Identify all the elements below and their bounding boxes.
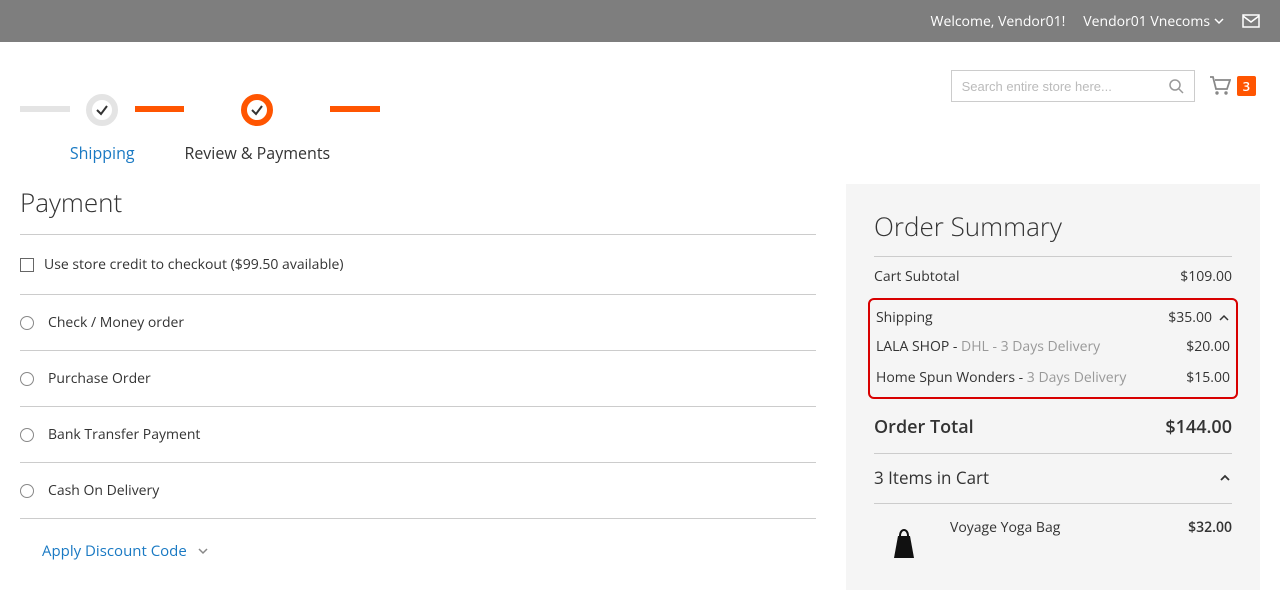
step-shipping[interactable]: Shipping (70, 94, 135, 164)
shipping-method: DHL - 3 Days Delivery (961, 337, 1100, 356)
radio-icon[interactable] (20, 372, 34, 386)
check-icon (250, 103, 264, 117)
subtotal-row: Cart Subtotal $109.00 (874, 257, 1232, 296)
radio-icon[interactable] (20, 428, 34, 442)
page-title: Payment (20, 184, 816, 235)
cart-item-price: $32.00 (1188, 518, 1232, 537)
progress-line-active (330, 106, 380, 112)
shipping-method: 3 Days Delivery (1027, 368, 1127, 387)
store-credit-checkbox[interactable] (20, 258, 34, 272)
option-label: Purchase Order (48, 369, 151, 388)
payment-option-bank-transfer[interactable]: Bank Transfer Payment (20, 407, 816, 463)
shipping-label: Shipping (876, 308, 933, 327)
step-review-payments: Review & Payments (184, 94, 330, 164)
shipping-vendor: Home Spun Wonders - (876, 368, 1027, 387)
cart-item-name: Voyage Yoga Bag (950, 518, 1172, 537)
step-review-circle (241, 94, 273, 126)
cart-item-row: Voyage Yoga Bag $32.00 (874, 504, 1232, 566)
chevron-up-icon[interactable] (1218, 312, 1230, 324)
chevron-down-icon (197, 545, 209, 557)
order-summary-panel: Order Summary Cart Subtotal $109.00 Ship… (846, 184, 1260, 590)
search-icon[interactable] (1168, 78, 1184, 94)
check-icon (95, 103, 109, 117)
items-in-cart-label: 3 Items in Cart (874, 466, 989, 489)
payment-option-check-money[interactable]: Check / Money order (20, 295, 816, 351)
chevron-down-icon (1214, 16, 1224, 26)
store-credit-option[interactable]: Use store credit to checkout ($99.50 ava… (20, 235, 816, 295)
messages-button[interactable] (1242, 14, 1260, 28)
shipping-line-row: LALA SHOP - DHL - 3 Days Delivery $20.00 (876, 331, 1230, 362)
order-summary-title: Order Summary (874, 208, 1232, 257)
order-total-value: $144.00 (1165, 415, 1232, 439)
radio-icon[interactable] (20, 316, 34, 330)
user-menu-dropdown[interactable]: Vendor01 Vnecoms (1083, 12, 1224, 31)
option-label: Bank Transfer Payment (48, 425, 200, 444)
shipping-line-price: $15.00 (1186, 368, 1230, 387)
search-input[interactable] (962, 79, 1168, 94)
search-box[interactable] (951, 70, 1195, 102)
radio-icon[interactable] (20, 484, 34, 498)
subtotal-value: $109.00 (1180, 267, 1232, 286)
welcome-text: Welcome, Vendor01! (931, 12, 1066, 31)
main-container: Payment Use store credit to checkout ($9… (0, 164, 1280, 610)
cart-icon (1209, 76, 1231, 96)
cart-items-toggle[interactable]: 3 Items in Cart (874, 453, 1232, 504)
shipping-breakdown-highlight: Shipping $35.00 LALA SHOP - DHL - 3 Days… (868, 298, 1238, 399)
payment-section: Payment Use store credit to checkout ($9… (20, 184, 816, 590)
option-label: Cash On Delivery (48, 481, 159, 500)
shipping-line-row: Home Spun Wonders - 3 Days Delivery $15.… (876, 362, 1230, 393)
top-bar: Welcome, Vendor01! Vendor01 Vnecoms (0, 0, 1280, 42)
shipping-header-row[interactable]: Shipping $35.00 (876, 304, 1230, 331)
order-total-row: Order Total $144.00 (874, 401, 1232, 453)
bag-icon (884, 522, 924, 562)
header-row: 3 (0, 42, 1280, 102)
user-name: Vendor01 Vnecoms (1083, 12, 1210, 31)
option-label: Check / Money order (48, 313, 184, 332)
discount-link-text: Apply Discount Code (42, 541, 187, 561)
shipping-line-price: $20.00 (1186, 337, 1230, 356)
payment-option-cash-on-delivery[interactable]: Cash On Delivery (20, 463, 816, 519)
step-shipping-label[interactable]: Shipping (70, 142, 135, 164)
step-shipping-circle (86, 94, 118, 126)
order-total-label: Order Total (874, 415, 974, 439)
payment-option-purchase-order[interactable]: Purchase Order (20, 351, 816, 407)
shipping-vendor: LALA SHOP - (876, 337, 961, 356)
envelope-icon (1242, 14, 1260, 28)
subtotal-label: Cart Subtotal (874, 267, 960, 286)
cart-button[interactable]: 3 (1209, 76, 1256, 96)
chevron-up-icon (1218, 471, 1232, 485)
progress-line (20, 106, 70, 112)
store-credit-label: Use store credit to checkout ($99.50 ava… (44, 255, 344, 274)
shipping-total: $35.00 (1168, 308, 1212, 327)
checkout-progress: Shipping Review & Payments (0, 94, 400, 164)
step-review-label: Review & Payments (184, 142, 330, 164)
product-thumbnail (874, 518, 934, 566)
apply-discount-toggle[interactable]: Apply Discount Code (20, 519, 816, 561)
progress-line-active (135, 106, 185, 112)
cart-count-badge: 3 (1237, 76, 1256, 96)
